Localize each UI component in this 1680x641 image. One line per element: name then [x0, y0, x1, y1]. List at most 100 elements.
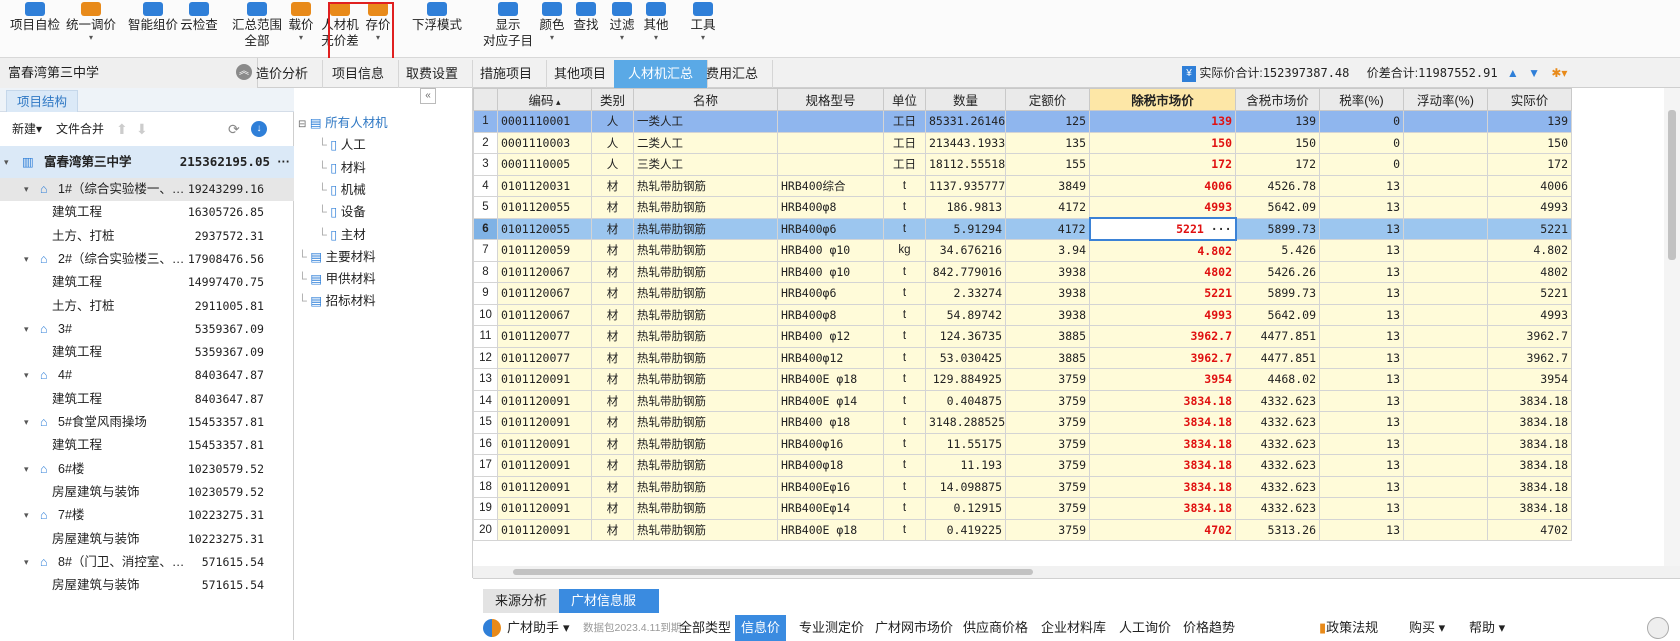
- toolbar-button-3[interactable]: 云检查: [176, 0, 222, 33]
- toolbar-button-1[interactable]: 统一调价 ▾: [62, 0, 120, 43]
- tree-item[interactable]: 房屋建筑与装饰 10223275.31: [0, 528, 294, 551]
- category-item[interactable]: └ ▤ 招标材料: [298, 290, 376, 312]
- table-cell[interactable]: 4993: [1089, 303, 1236, 326]
- info-link-2[interactable]: 帮助 ▾: [1463, 615, 1511, 641]
- expand-arrow-icon[interactable]: ▾: [24, 458, 29, 481]
- tab-6[interactable]: 费用汇总: [692, 60, 774, 88]
- table-cell[interactable]: 4702: [1089, 518, 1236, 541]
- expand-arrow-icon[interactable]: ▾: [4, 146, 9, 178]
- table-cell[interactable]: 4802: [1089, 260, 1236, 283]
- category-item[interactable]: └ ▯ 设备: [318, 201, 366, 223]
- expand-arrow-icon[interactable]: ▾: [24, 504, 29, 527]
- table-row[interactable]: 5 0101120055 材热轧带肋钢筋 HRB400φ8 t 186.9813 4172 4…: [473, 196, 1572, 219]
- table-row[interactable]: 19 0101120091 材热轧带肋钢筋 HRB400Eφ14 t 0.12915 375…: [473, 497, 1572, 520]
- table-cell[interactable]: 3954: [1089, 368, 1236, 391]
- category-item[interactable]: └ ▯ 主材: [318, 224, 366, 246]
- toolbar-button-4[interactable]: 汇总范围 全部: [228, 0, 286, 49]
- column-header[interactable]: 浮动率(%): [1403, 88, 1488, 111]
- column-header[interactable]: 单位: [883, 88, 926, 111]
- tree-item[interactable]: 土方、打桩 2937572.31: [0, 225, 294, 248]
- info-tab-7[interactable]: 价格趋势: [1177, 615, 1241, 641]
- tree-item[interactable]: 土方、打桩 2911005.81: [0, 295, 294, 318]
- table-row[interactable]: 12 0101120077 材热轧带肋钢筋 HRB400φ12 t 53.030425 38…: [473, 346, 1572, 369]
- info-tab-0[interactable]: 全部类型: [673, 615, 737, 641]
- tab-2[interactable]: 取费设置: [392, 60, 474, 88]
- table-cell[interactable]: 139: [1089, 110, 1236, 133]
- collapse-left-icon[interactable]: «: [420, 88, 436, 104]
- toolbar-button-11[interactable]: 查找: [570, 0, 602, 33]
- arrow-down-icon[interactable]: ▼: [1528, 66, 1540, 80]
- column-header[interactable]: 定额价: [1005, 88, 1090, 111]
- expand-arrow-icon[interactable]: ▾: [24, 178, 29, 201]
- info-tab-2[interactable]: 专业测定价: [793, 615, 870, 641]
- table-row[interactable]: 7 0101120059 材热轧带肋钢筋 HRB400 φ10 kg 34.676216 3…: [473, 239, 1572, 262]
- move-down-icon[interactable]: ⬇: [136, 112, 148, 146]
- file-merge-button[interactable]: 文件合并: [56, 112, 104, 146]
- tree-item[interactable]: 建筑工程 16305726.85: [0, 201, 294, 224]
- table-cell[interactable]: 3834.18: [1089, 432, 1236, 455]
- tab-3[interactable]: 措施项目: [466, 60, 548, 88]
- table-row[interactable]: 18 0101120091 材热轧带肋钢筋 HRB400Eφ16 t 14.098875 3…: [473, 475, 1572, 498]
- tree-item[interactable]: 房屋建筑与装饰 10230579.52: [0, 481, 294, 504]
- column-header[interactable]: 除税市场价: [1089, 88, 1236, 111]
- collapse-box-icon[interactable]: ⊟: [298, 119, 306, 130]
- info-tab-6[interactable]: 人工询价: [1113, 615, 1177, 641]
- expand-arrow-icon[interactable]: ▾: [24, 551, 29, 574]
- table-row[interactable]: 3 0001110005 人三类人工 工日 18112.555182 155 172 172 0…: [473, 153, 1572, 176]
- tree-item[interactable]: ▾ ⌂ 2#（综合实验楼三、… 17908476.56: [0, 248, 294, 271]
- table-row[interactable]: 8 0101120067 材热轧带肋钢筋 HRB400 φ10 t 842.779016 3…: [473, 260, 1572, 283]
- table-cell[interactable]: 3834.18: [1089, 497, 1236, 520]
- tab-project-structure[interactable]: 项目结构: [6, 90, 79, 112]
- table-row[interactable]: 20001110003人二类人工工日213443.193309135150150…: [473, 131, 1572, 154]
- table-cell[interactable]: 3834.18: [1089, 475, 1236, 498]
- expand-arrow-icon[interactable]: ▾: [24, 318, 29, 341]
- info-tab-3[interactable]: 广材网市场价: [869, 615, 959, 641]
- assistant-label[interactable]: 广材助手: [507, 615, 559, 641]
- tree-item[interactable]: ▾ ⌂ 4# 8403647.87: [0, 364, 294, 387]
- toolbar-button-14[interactable]: 工具 ▾: [686, 0, 720, 43]
- column-header[interactable]: 类别: [591, 88, 634, 111]
- tree-item[interactable]: ▾ ⌂ 8#（门卫、消控室、… 571615.54: [0, 551, 294, 574]
- toolbar-button-10[interactable]: 颜色 ▾: [536, 0, 568, 43]
- info-link-0[interactable]: ▮政策法规: [1313, 615, 1384, 641]
- more-icon[interactable]: ···: [278, 146, 291, 178]
- info-tab-1[interactable]: 信息价: [735, 615, 787, 641]
- sort-icon[interactable]: ▴: [553, 97, 561, 107]
- table-row[interactable]: 1 0001110001 人一类人工 工日 85331.261467 125 139 139 0…: [473, 110, 1572, 133]
- column-header[interactable]: 名称: [633, 88, 778, 111]
- column-header[interactable]: 数量: [925, 88, 1006, 111]
- expand-arrow-icon[interactable]: ▾: [24, 364, 29, 387]
- tree-item[interactable]: 建筑工程 8403647.87: [0, 388, 294, 411]
- table-cell[interactable]: 5221: [1089, 282, 1236, 305]
- column-header[interactable]: 规格型号: [777, 88, 884, 111]
- horizontal-scrollbar[interactable]: [473, 566, 1680, 578]
- tree-item[interactable]: ▾ ⌂ 5#食堂风雨操场 15453357.81: [0, 411, 294, 434]
- table-cell[interactable]: 4006: [1089, 174, 1236, 197]
- tree-item[interactable]: 房屋建筑与装饰 571615.54: [0, 574, 294, 597]
- expand-arrow-icon[interactable]: ▾: [24, 248, 29, 271]
- tab-4[interactable]: 其他项目: [540, 60, 622, 88]
- column-header[interactable]: 税率(%): [1319, 88, 1404, 111]
- tree-item[interactable]: ▾ ⌂ 1#（综合实验楼一、… 19243299.16: [0, 178, 294, 202]
- bottom-tab-1[interactable]: 广材信息服务: [559, 589, 659, 632]
- vertical-scrollbar[interactable]: [1664, 88, 1680, 566]
- table-row[interactable]: 10 0101120067 材热轧带肋钢筋 HRB400φ8 t 54.89742 3938…: [473, 303, 1572, 326]
- arrow-up-icon[interactable]: ▲: [1507, 66, 1519, 80]
- bottom-tab-0[interactable]: 来源分析: [483, 589, 560, 613]
- table-row[interactable]: 13 0101120091 材热轧带肋钢筋 HRB400E φ18 t 129.88492…: [473, 368, 1572, 391]
- refresh-icon[interactable]: ⟳: [228, 112, 240, 146]
- tree-item[interactable]: ▾ ⌂ 6#楼 10230579.52: [0, 458, 294, 481]
- dropdown-arrow-icon[interactable]: ▾: [563, 615, 570, 641]
- table-row[interactable]: 4 0101120031 材热轧带肋钢筋 HRB400综合 t 1137.935777 38…: [473, 174, 1572, 197]
- category-item[interactable]: └ ▯ 机械: [318, 179, 366, 201]
- table-cell[interactable]: 3962.7: [1089, 346, 1236, 369]
- table-cell[interactable]: 3962.7: [1089, 325, 1236, 348]
- table-cell[interactable]: 4.802: [1089, 239, 1236, 262]
- toolbar-button-5[interactable]: 载价 ▾: [286, 0, 316, 43]
- table-row[interactable]: 6 0101120055 材热轧带肋钢筋 HRB400φ6 t 5.91294 4172 52…: [473, 217, 1572, 241]
- category-item[interactable]: └ ▤ 甲供材料: [298, 268, 376, 290]
- table-row[interactable]: 20 0101120091 材热轧带肋钢筋 HRB400E φ18 t 0.419225 3…: [473, 518, 1572, 541]
- new-button[interactable]: 新建▾: [12, 112, 42, 146]
- table-row[interactable]: 9 0101120067 材热轧带肋钢筋 HRB400φ6 t 2.33274 3938 52…: [473, 282, 1572, 305]
- table-row[interactable]: 16 0101120091 材热轧带肋钢筋 HRB400φ16 t 11.55175 375…: [473, 432, 1572, 455]
